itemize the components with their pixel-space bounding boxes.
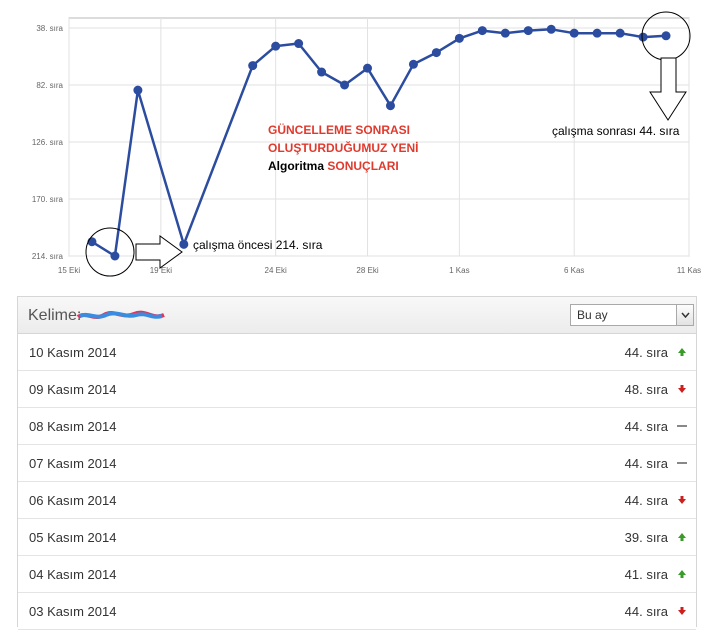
rank-row-value: 48. sıra	[624, 382, 668, 397]
data-point[interactable]	[661, 31, 671, 41]
chevron-down-icon[interactable]	[676, 305, 693, 325]
data-point[interactable]	[546, 24, 556, 34]
y-tick-labels: 38. sıra 82. sıra 126. sıra 170. sıra 214. s…	[32, 24, 64, 261]
trend-up-icon	[678, 570, 686, 578]
data-point[interactable]	[294, 39, 304, 49]
data-point[interactable]	[179, 239, 189, 249]
data-point[interactable]	[271, 41, 281, 51]
y-tick-label: 38. sıra	[36, 24, 63, 33]
trend-down-icon	[678, 607, 686, 615]
rank-row-date: 08 Kasım 2014	[29, 419, 117, 434]
rank-row: 03 Kasım 2014 44. sıra	[18, 593, 696, 630]
x-tick-label: 11 Kas	[677, 266, 701, 275]
data-point[interactable]	[569, 28, 579, 38]
trend-up-icon	[678, 348, 686, 356]
annotation-line3-b: SONUÇLARI	[327, 159, 398, 173]
y-tick-label: 82. sıra	[36, 81, 63, 90]
rank-row-value: 39. sıra	[624, 530, 668, 545]
rank-row-value: 44. sıra	[624, 456, 668, 471]
rank-row-value: 44. sıra	[624, 419, 668, 434]
rank-row: 10 Kasım 2014 44. sıra	[18, 334, 696, 371]
annotation-after: çalışma sonrası 44. sıra	[552, 124, 680, 138]
x-tick-label: 15 Eki	[58, 266, 80, 275]
x-tick-labels: 15 Eki 19 Eki 24 Eki 28 Eki 1 Kas 6 Kas 11 Kas	[58, 266, 701, 275]
rank-history-list: 10 Kasım 2014 44. sıra 09 Kasım 2014 48. sı…	[18, 334, 696, 630]
redacted-keyword-scribble	[76, 310, 165, 319]
rank-chart-svg: 38. sıra 82. sıra 126. sıra 170. sıra 214. s…	[32, 11, 701, 277]
rank-row-value: 44. sıra	[624, 345, 668, 360]
rank-row: 05 Kasım 2014 39. sıra	[18, 519, 696, 556]
data-point[interactable]	[638, 32, 648, 42]
annotation-before: çalışma öncesi 214. sıra	[193, 238, 323, 252]
rank-row: 07 Kasım 2014 44. sıra	[18, 445, 696, 482]
x-tick-label: 6 Kas	[564, 266, 584, 275]
data-point[interactable]	[431, 48, 441, 58]
data-point[interactable]	[317, 67, 327, 77]
rank-row-value: 41. sıra	[624, 567, 668, 582]
rank-row-date: 10 Kasım 2014	[29, 345, 117, 360]
x-tick-label: 24 Eki	[265, 266, 287, 275]
y-tick-label: 126. sıra	[32, 138, 64, 147]
rank-chart: 38. sıra 82. sıra 126. sıra 170. sıra 214. s…	[0, 0, 712, 290]
trend-same-icon	[677, 462, 687, 464]
trend-same-icon	[677, 425, 687, 427]
data-point[interactable]	[615, 28, 625, 38]
trend-down-icon	[678, 496, 686, 504]
rank-row-date: 05 Kasım 2014	[29, 530, 117, 545]
y-tick-label: 214. sıra	[32, 252, 64, 261]
rank-row-date: 03 Kasım 2014	[29, 604, 117, 619]
rank-row: 04 Kasım 2014 41. sıra	[18, 556, 696, 593]
rank-row-date: 06 Kasım 2014	[29, 493, 117, 508]
annotation-line2: OLUŞTURDUĞUMUZ YENİ	[268, 140, 418, 155]
data-point[interactable]	[500, 28, 510, 38]
data-point[interactable]	[340, 80, 350, 90]
rank-row: 08 Kasım 2014 44. sıra	[18, 408, 696, 445]
rank-row-date: 07 Kasım 2014	[29, 456, 117, 471]
data-point[interactable]	[248, 61, 258, 71]
x-tick-label: 28 Eki	[356, 266, 378, 275]
data-point[interactable]	[592, 28, 602, 38]
data-point[interactable]	[477, 26, 487, 36]
period-select-value: Bu ay	[577, 308, 608, 322]
x-tick-label: 1 Kas	[449, 266, 469, 275]
annotation-line3: Algoritma SONUÇLARI	[268, 159, 399, 173]
rank-row: 06 Kasım 2014 44. sıra	[18, 482, 696, 519]
rank-row: 09 Kasım 2014 48. sıra	[18, 371, 696, 408]
keyword-label: Kelime:	[28, 307, 82, 324]
data-point[interactable]	[363, 63, 373, 73]
period-select[interactable]: Bu ay	[570, 304, 694, 326]
rank-row-date: 04 Kasım 2014	[29, 567, 117, 582]
trend-down-icon	[678, 385, 686, 393]
data-point[interactable]	[133, 85, 143, 95]
data-point[interactable]	[454, 33, 464, 43]
data-point[interactable]	[408, 59, 418, 69]
trend-up-icon	[678, 533, 686, 541]
rank-row-date: 09 Kasım 2014	[29, 382, 117, 397]
annotation-line3-a: Algoritma	[268, 159, 324, 173]
annotation-line1: GÜNCELLEME SONRASI	[268, 122, 410, 137]
data-point[interactable]	[385, 101, 395, 111]
rank-row-value: 44. sıra	[624, 493, 668, 508]
keyword-rank-panel: Kelime: Bu ay 10 Kasım 2014 44. sıra 09 Ka…	[17, 296, 697, 630]
panel-header: Kelime: Bu ay	[18, 297, 696, 334]
y-tick-label: 170. sıra	[32, 195, 64, 204]
data-point[interactable]	[110, 251, 120, 261]
rank-row-value: 44. sıra	[624, 604, 668, 619]
data-point[interactable]	[523, 26, 533, 36]
